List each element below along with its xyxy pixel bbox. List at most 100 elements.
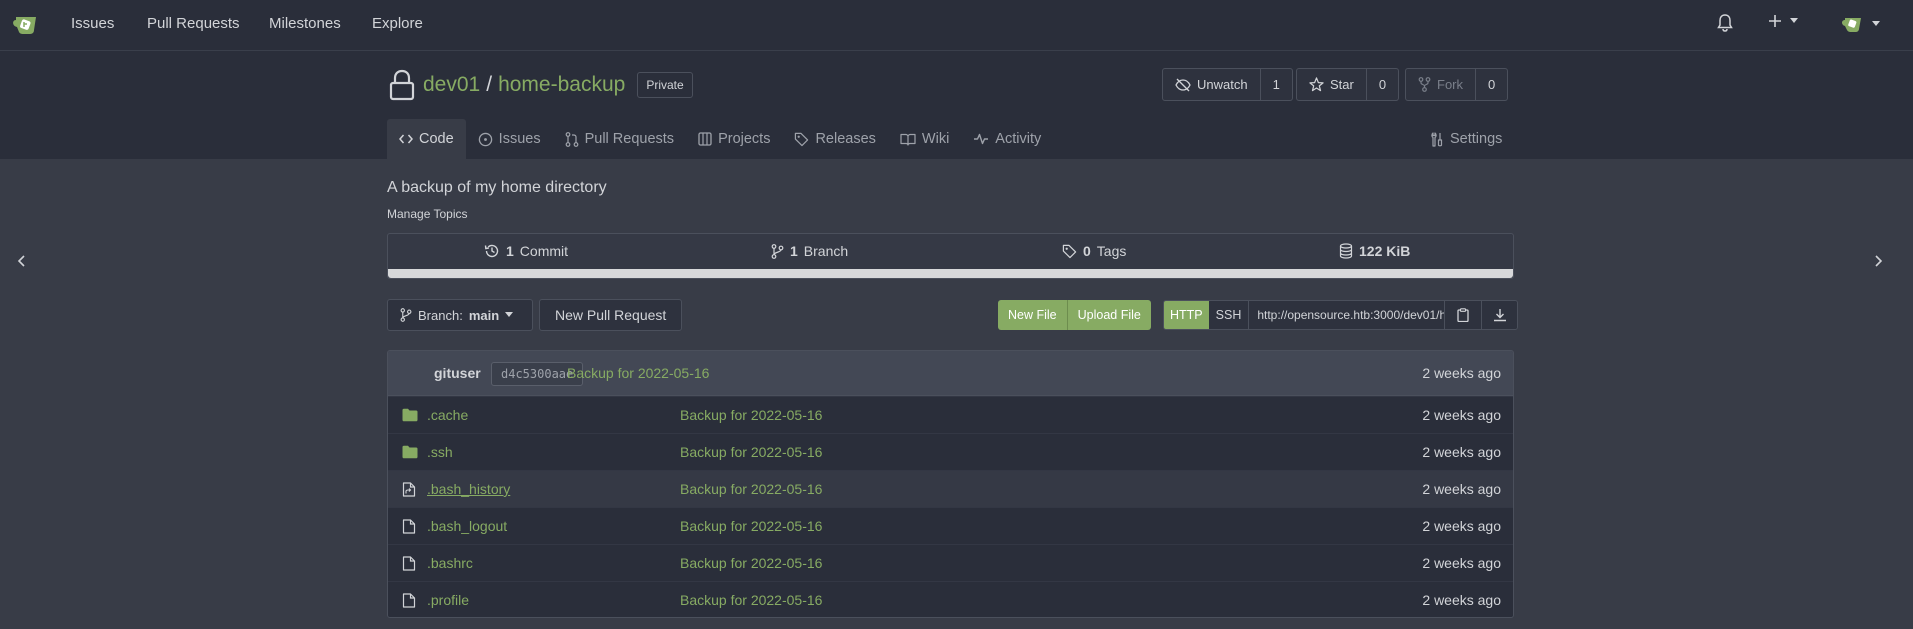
file-name-link[interactable]: .profile [427, 592, 469, 608]
language-bar [388, 269, 1513, 278]
chevron-right-icon[interactable] [1874, 254, 1883, 268]
repo-header: dev01 / home-backup Private Unwatch 1 St… [0, 51, 1913, 159]
lock-icon [389, 69, 415, 101]
file-commit-message[interactable]: Backup for 2022-05-16 [680, 555, 822, 571]
repo-owner-link[interactable]: dev01 [423, 73, 480, 97]
file-commit-message[interactable]: Backup for 2022-05-16 [680, 444, 822, 460]
tab-settings[interactable]: Settings [1430, 119, 1502, 159]
clone-url-input[interactable]: http://opensource.htb:3000/dev01/home-ba… [1249, 301, 1446, 329]
file-commit-message[interactable]: Backup for 2022-05-16 [680, 592, 822, 608]
nav-explore[interactable]: Explore [372, 15, 423, 32]
fork-count[interactable]: 0 [1476, 69, 1507, 100]
file-name-link[interactable]: .bashrc [427, 555, 473, 571]
file-name-link[interactable]: .cache [427, 407, 468, 423]
fork-label: Fork [1437, 77, 1463, 92]
file-row[interactable]: .cache Backup for 2022-05-16 2 weeks ago [388, 396, 1513, 433]
issue-icon [478, 132, 492, 146]
file-commit-time: 2 weeks ago [1422, 444, 1501, 460]
chevron-left-icon[interactable] [17, 254, 26, 268]
file-icon [402, 556, 416, 571]
star-button[interactable]: Star [1297, 69, 1367, 100]
file-name-link[interactable]: .bash_logout [427, 518, 507, 534]
clipboard-icon [1457, 308, 1469, 322]
ssh-clone-toggle[interactable]: SSH [1208, 301, 1250, 329]
commit-time: 2 weeks ago [1422, 365, 1501, 381]
nav-pull-requests[interactable]: Pull Requests [147, 15, 240, 32]
create-menu-dropdown[interactable] [1768, 14, 1798, 28]
tab-releases[interactable]: Releases [782, 119, 887, 159]
commits-stat[interactable]: 1 Commit [484, 243, 568, 259]
star-icon [1309, 77, 1324, 92]
new-pull-request-button[interactable]: New Pull Request [539, 299, 683, 331]
file-icon [402, 593, 416, 608]
repo-name-link[interactable]: home-backup [498, 73, 625, 97]
gitea-logo-icon[interactable] [10, 12, 40, 36]
eye-closed-icon [1175, 78, 1191, 91]
tags-count: 0 [1083, 243, 1091, 259]
folder-icon [402, 445, 418, 459]
notifications-bell-icon[interactable] [1717, 14, 1733, 32]
file-icon [402, 519, 416, 534]
file-commit-message[interactable]: Backup for 2022-05-16 [680, 481, 822, 497]
user-menu-dropdown[interactable] [1840, 14, 1880, 34]
tab-projects[interactable]: Projects [686, 119, 782, 159]
repo-stats-bar: 1 Commit 1 Branch 0 Tags 122 KiB [387, 233, 1514, 279]
download-archive-button[interactable] [1481, 301, 1518, 329]
file-name-link[interactable]: .ssh [427, 444, 453, 460]
commits-label: Commit [519, 243, 569, 259]
file-commit-time: 2 weeks ago [1422, 592, 1501, 608]
file-row[interactable]: .bash_logout Backup for 2022-05-16 2 wee… [388, 507, 1513, 544]
unwatch-button[interactable]: Unwatch [1163, 69, 1261, 100]
file-row[interactable]: .bash_history Backup for 2022-05-16 2 we… [388, 470, 1513, 507]
file-commit-message[interactable]: Backup for 2022-05-16 [680, 407, 822, 423]
file-row[interactable]: .bashrc Backup for 2022-05-16 2 weeks ag… [388, 544, 1513, 581]
unwatch-label: Unwatch [1197, 77, 1248, 92]
tab-settings-label: Settings [1450, 131, 1503, 147]
nav-issues[interactable]: Issues [71, 15, 114, 32]
fork-icon [1418, 77, 1431, 92]
tags-label: Tags [1096, 243, 1127, 259]
commit-message[interactable]: Backup for 2022-05-16 [567, 365, 709, 381]
tab-pull-requests-label: Pull Requests [584, 131, 675, 147]
caret-down-icon [1872, 21, 1880, 26]
file-row[interactable]: .ssh Backup for 2022-05-16 2 weeks ago [388, 433, 1513, 470]
plus-icon [1769, 15, 1781, 27]
branch-icon [400, 308, 412, 322]
file-commit-time: 2 weeks ago [1422, 407, 1501, 423]
repo-size: 122 KiB [1359, 243, 1411, 259]
tab-pull-requests[interactable]: Pull Requests [553, 119, 686, 159]
tab-releases-label: Releases [815, 131, 876, 147]
file-commit-time: 2 weeks ago [1422, 555, 1501, 571]
tab-wiki[interactable]: Wiki [888, 119, 961, 159]
nav-milestones[interactable]: Milestones [269, 15, 341, 32]
http-clone-toggle[interactable]: HTTP [1164, 301, 1209, 329]
project-board-icon [698, 132, 712, 146]
branch-selector-dropdown[interactable]: Branch: main [387, 299, 533, 331]
tab-issues-label: Issues [498, 131, 541, 147]
copy-url-button[interactable] [1445, 301, 1482, 329]
file-name-link[interactable]: .bash_history [427, 481, 510, 497]
star-count[interactable]: 0 [1367, 69, 1398, 100]
commit-author[interactable]: gituser [434, 365, 481, 381]
branches-stat[interactable]: 1 Branch [771, 243, 848, 259]
branch-icon [771, 243, 784, 259]
repo-path-separator: / [486, 73, 493, 96]
fork-button[interactable]: Fork [1406, 69, 1476, 100]
tools-icon [1431, 131, 1443, 147]
manage-topics-link[interactable]: Manage Topics [387, 207, 468, 221]
folder-icon [402, 408, 418, 422]
branch-name: main [468, 307, 500, 323]
file-row[interactable]: .profile Backup for 2022-05-16 2 weeks a… [388, 581, 1513, 617]
branch-prefix: Branch: [418, 307, 463, 323]
tab-issues[interactable]: Issues [466, 119, 553, 159]
tags-stat[interactable]: 0 Tags [1062, 243, 1126, 259]
new-file-button[interactable]: New File [998, 300, 1067, 330]
file-commit-time: 2 weeks ago [1422, 481, 1501, 497]
file-commit-message[interactable]: Backup for 2022-05-16 [680, 518, 822, 534]
tab-activity-label: Activity [995, 131, 1042, 147]
repo-tabs: Code Issues Pull Requests Projects Relea… [387, 119, 1053, 159]
upload-file-button[interactable]: Upload File [1066, 300, 1151, 330]
watch-count[interactable]: 1 [1261, 69, 1292, 100]
tab-activity[interactable]: Activity [961, 119, 1053, 159]
tab-code[interactable]: Code [387, 119, 466, 159]
